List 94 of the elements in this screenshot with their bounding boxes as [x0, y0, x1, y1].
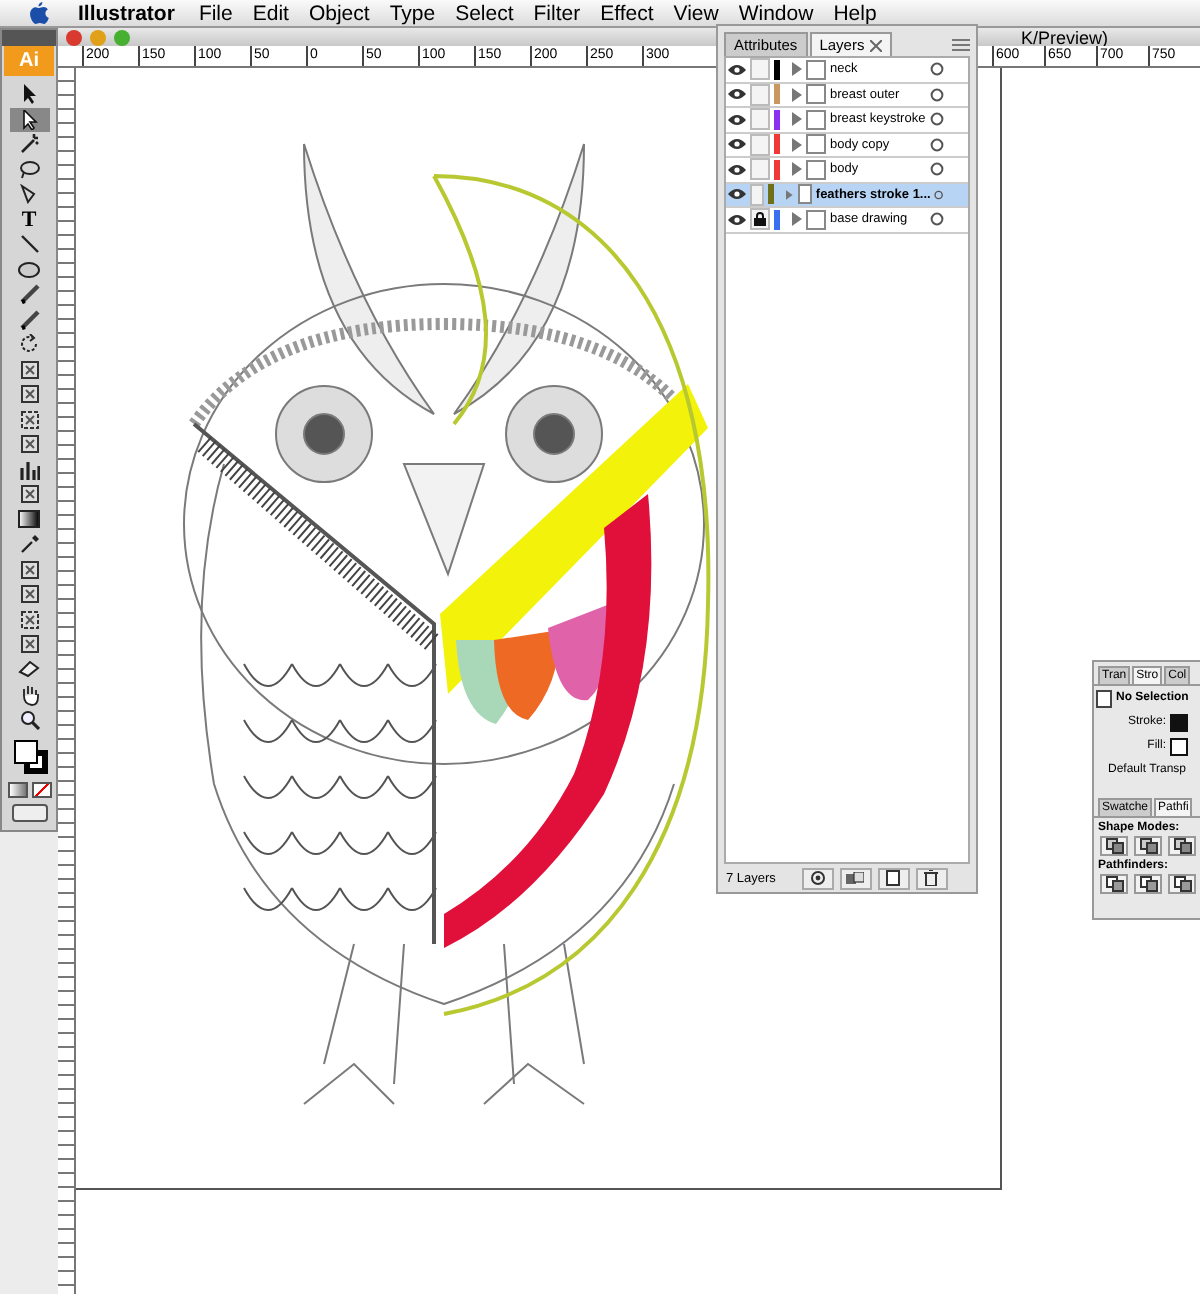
- pathfinder-button[interactable]: [1100, 874, 1128, 894]
- bar-chart-icon: [19, 459, 39, 480]
- eye-icon[interactable]: [728, 63, 746, 76]
- eraser-icon: [18, 660, 40, 679]
- ellipse-icon: [18, 261, 40, 278]
- app-menu[interactable]: Illustrator: [78, 1, 175, 25]
- target-circle-icon[interactable]: [930, 87, 944, 102]
- menu-item[interactable]: Edit: [252, 1, 289, 25]
- shape-mode-button[interactable]: [1100, 836, 1128, 856]
- panel-menu-icon[interactable]: [952, 38, 970, 52]
- window-title: K/Preview): [1020, 27, 1108, 47]
- eye-icon[interactable]: [728, 213, 746, 226]
- lock-toggle[interactable]: [750, 183, 765, 206]
- toolbox-header: [2, 30, 56, 46]
- lock-toggle[interactable]: [750, 133, 770, 156]
- apple-icon[interactable]: [28, 1, 50, 25]
- arrow-icon: [20, 109, 38, 130]
- tool-icon: [19, 484, 39, 505]
- delete-button[interactable]: [915, 867, 948, 889]
- app-logo: Ai: [4, 46, 54, 76]
- eye-icon[interactable]: [728, 138, 746, 151]
- target-circle-icon[interactable]: [930, 162, 944, 177]
- layer-thumbnail: [797, 184, 812, 205]
- lasso-icon: [18, 159, 40, 180]
- target-circle-icon[interactable]: [930, 62, 944, 77]
- layer-thumbnail: [806, 109, 826, 130]
- line-icon: [19, 234, 39, 255]
- target-circle-icon[interactable]: [930, 212, 944, 227]
- lock-icon: [754, 212, 766, 227]
- rotate-icon: [19, 334, 39, 355]
- color-mode-button[interactable]: [7, 782, 27, 798]
- close-icon[interactable]: [870, 39, 883, 51]
- gradient-icon: [18, 510, 40, 529]
- menu-item[interactable]: Select: [455, 1, 514, 25]
- eye-icon[interactable]: [728, 113, 746, 126]
- pencil-icon: [19, 309, 39, 330]
- menu-item[interactable]: Type: [389, 1, 436, 25]
- layer-thumbnail: [806, 84, 826, 105]
- layer-thumbnail: [806, 134, 826, 155]
- eye-icon[interactable]: [728, 163, 746, 176]
- close-button[interactable]: [66, 29, 82, 45]
- shape-mode-button[interactable]: [1134, 836, 1162, 856]
- page-icon: [886, 870, 901, 886]
- selection-swatch: [1096, 689, 1112, 707]
- lock-toggle[interactable]: [750, 58, 770, 81]
- brush-icon: [19, 284, 39, 305]
- target-circle-icon[interactable]: [930, 137, 944, 152]
- tool-icon: [19, 584, 39, 605]
- pathfinder-button[interactable]: [1168, 874, 1196, 894]
- hand-icon: [19, 683, 39, 706]
- trash-icon: [924, 870, 939, 886]
- shape-mode-button[interactable]: [1168, 836, 1196, 856]
- tool-button[interactable]: [9, 107, 49, 132]
- eyedropper-icon: [19, 534, 39, 555]
- menu-item[interactable]: Help: [833, 1, 877, 25]
- lock-toggle[interactable]: [750, 208, 770, 231]
- tool-icon: [19, 409, 39, 430]
- tool-icon: [19, 559, 39, 580]
- layers-icon: [846, 871, 865, 885]
- layer-thumbnail: [806, 159, 826, 180]
- lock-toggle[interactable]: [750, 158, 770, 181]
- locate-object-button[interactable]: [801, 867, 834, 889]
- tool-icon: [19, 359, 39, 380]
- arrow-icon: [20, 84, 38, 105]
- menu-item[interactable]: Object: [308, 1, 370, 25]
- tool-icon: [19, 384, 39, 405]
- stroke-swatch[interactable]: [1170, 713, 1188, 731]
- layer-thumbnail: [806, 209, 826, 230]
- menu-item[interactable]: Effect: [600, 1, 654, 25]
- menu-item[interactable]: Window: [738, 1, 814, 25]
- fill-stroke-swatch[interactable]: [9, 740, 49, 776]
- new-layer-button[interactable]: [877, 867, 910, 889]
- target-circle-icon[interactable]: [930, 112, 944, 127]
- lock-toggle[interactable]: [750, 83, 770, 106]
- eye-icon[interactable]: [728, 88, 746, 101]
- tool-icon: [19, 434, 39, 455]
- none-mode-button[interactable]: [31, 782, 51, 798]
- eye-icon[interactable]: [728, 188, 746, 201]
- pen-icon: [20, 184, 38, 205]
- menu-item[interactable]: File: [198, 1, 233, 25]
- tool-icon: [19, 609, 39, 630]
- target-circle-icon[interactable]: [934, 187, 944, 202]
- wand-icon: [19, 134, 39, 155]
- menu-item[interactable]: View: [673, 1, 719, 25]
- screen-mode-button[interactable]: [11, 804, 47, 822]
- lock-toggle[interactable]: [750, 108, 770, 131]
- fill-swatch[interactable]: [1170, 737, 1188, 755]
- pathfinder-button[interactable]: [1134, 874, 1162, 894]
- menu-item[interactable]: Filter: [533, 1, 581, 25]
- clipping-mask-button[interactable]: [839, 867, 872, 889]
- tool-button[interactable]: T: [9, 207, 49, 232]
- target-icon: [809, 870, 826, 886]
- tool-icon: [19, 634, 39, 655]
- search-icon: [19, 709, 39, 730]
